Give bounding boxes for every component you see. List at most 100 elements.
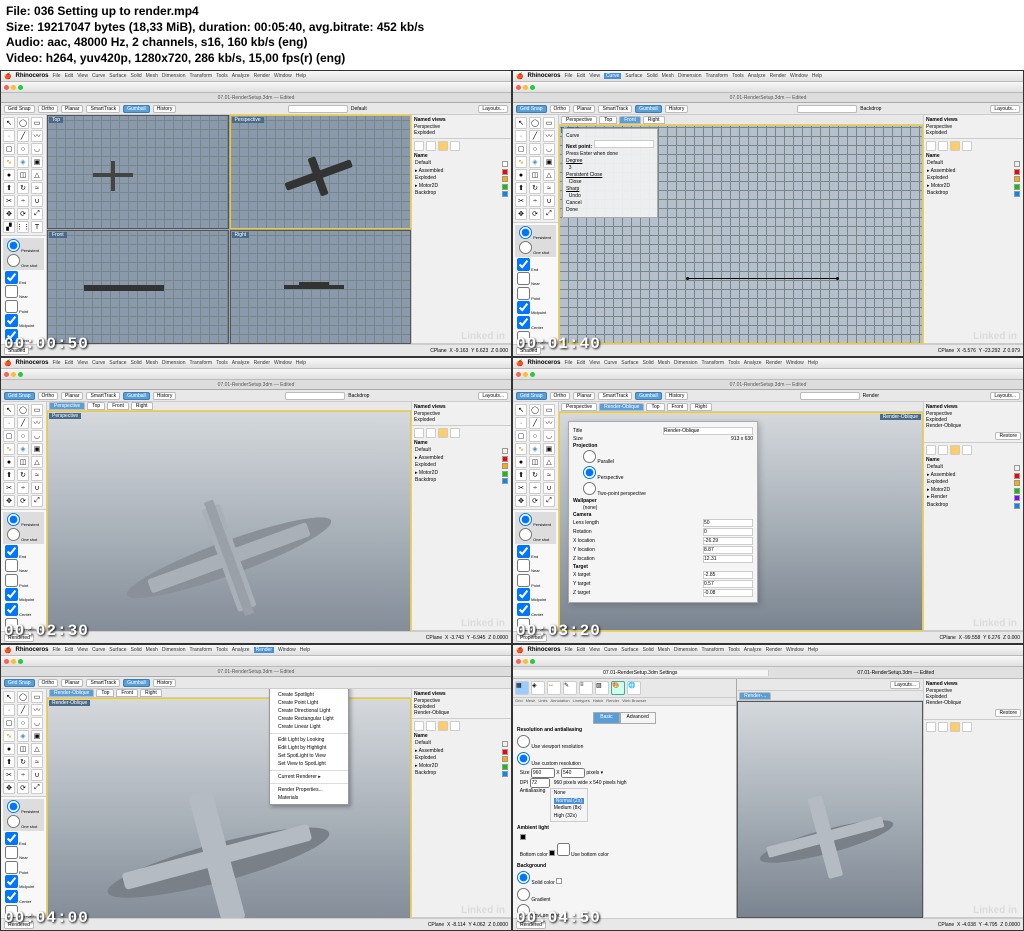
- cancel-button[interactable]: Cancel: [566, 200, 654, 206]
- menu-item[interactable]: Set View to SpotLight: [270, 760, 348, 768]
- viewport-front[interactable]: Front: [47, 230, 229, 344]
- y-target-input[interactable]: [703, 580, 753, 588]
- basic-tab[interactable]: Basic: [593, 712, 619, 724]
- units-settings-icon[interactable]: ↔: [547, 681, 561, 695]
- use-bottom-checkbox[interactable]: [557, 843, 570, 856]
- web-settings-icon[interactable]: 🌐: [627, 681, 641, 695]
- sphere-icon[interactable]: ●: [3, 169, 15, 181]
- smarttrack-button[interactable]: SmartTrack: [86, 105, 120, 113]
- width-input[interactable]: [531, 768, 555, 778]
- layouts-button[interactable]: Layouts...: [478, 105, 508, 113]
- menu-item[interactable]: Render Properties...: [270, 786, 348, 794]
- osnap-near[interactable]: [5, 285, 18, 298]
- command-input[interactable]: [594, 140, 654, 148]
- y-location-input[interactable]: [703, 546, 753, 554]
- z-location-input[interactable]: [703, 555, 753, 563]
- lens-input[interactable]: [703, 519, 753, 527]
- menu-item[interactable]: Create Spotlight: [270, 691, 348, 699]
- osnap-midpoint[interactable]: [5, 314, 18, 327]
- layer-dropdown[interactable]: [288, 105, 348, 113]
- height-input[interactable]: [561, 768, 585, 778]
- persistent-radio[interactable]: [7, 239, 20, 252]
- two-point-radio[interactable]: [583, 482, 596, 495]
- osnap-end[interactable]: [5, 271, 18, 284]
- box-select-icon[interactable]: ▭: [31, 117, 43, 129]
- app-menu[interactable]: FileEditViewCurveSurfaceSolidMeshDimensi…: [53, 73, 307, 79]
- x-location-input[interactable]: [703, 537, 753, 545]
- viewport-res-radio[interactable]: [517, 735, 530, 748]
- menu-item[interactable]: Create Linear Light: [270, 723, 348, 731]
- annotation-settings-icon[interactable]: ✎: [563, 681, 577, 695]
- mesh-settings-icon[interactable]: ◈: [531, 681, 545, 695]
- bg-solid-radio[interactable]: [517, 871, 530, 884]
- revolve-icon[interactable]: ↻: [17, 182, 29, 194]
- ortho-button[interactable]: Ortho: [38, 105, 59, 113]
- x-target-input[interactable]: [703, 571, 753, 579]
- menu-item[interactable]: Materials: [270, 794, 348, 802]
- render-menu-dropdown[interactable]: Shade Render Create Spotlight Create Poi…: [269, 689, 349, 805]
- rect-icon[interactable]: ▢: [3, 143, 15, 155]
- layer-row[interactable]: ▸ Assembled: [414, 168, 509, 176]
- osnap-point[interactable]: [5, 300, 18, 313]
- sun-icon[interactable]: [438, 141, 448, 151]
- restore-button[interactable]: Restore: [995, 709, 1021, 717]
- loft-icon[interactable]: ≈: [31, 182, 43, 194]
- layer-row[interactable]: Backdrop: [414, 190, 509, 198]
- point-icon[interactable]: ·: [3, 130, 15, 142]
- menu-item[interactable]: Create Directional Light: [270, 707, 348, 715]
- join-icon[interactable]: ∪: [31, 195, 43, 207]
- arc-icon[interactable]: ◡: [31, 143, 43, 155]
- planar-button[interactable]: Planar: [61, 105, 83, 113]
- panel-icon[interactable]: [450, 141, 460, 151]
- close-icon[interactable]: [4, 85, 9, 90]
- document-tab[interactable]: 07.01-RenderSetup.3dm — Edited: [769, 670, 1024, 676]
- viewport-render-oblique[interactable]: Render-Oblique Title Size913 x 630 Proje…: [559, 412, 923, 631]
- move-icon[interactable]: ✥: [3, 208, 15, 220]
- rotate-icon[interactable]: ⟳: [17, 208, 29, 220]
- line-icon[interactable]: ╱: [17, 130, 29, 142]
- gumball-button[interactable]: Gumball: [123, 105, 150, 113]
- text-icon[interactable]: T: [31, 221, 43, 233]
- oneshot-radio[interactable]: [7, 254, 20, 267]
- display-icon[interactable]: [426, 141, 436, 151]
- viewport-render-oblique[interactable]: [737, 701, 923, 918]
- viewport-front[interactable]: Front Curve Next point: Press Enter when…: [559, 125, 923, 344]
- done-button[interactable]: Done: [566, 207, 654, 213]
- curve-icon[interactable]: ∿: [3, 156, 15, 168]
- layer-row[interactable]: Exploded: [414, 175, 509, 183]
- advanced-tab[interactable]: Advanced: [620, 712, 656, 724]
- z-target-input[interactable]: [703, 589, 753, 597]
- dpi-input[interactable]: [530, 778, 550, 788]
- array-icon[interactable]: ⋮⋮: [17, 221, 29, 233]
- solid-icon[interactable]: ▣: [31, 156, 43, 168]
- menu-item[interactable]: Edit Light by Looking: [270, 736, 348, 744]
- history-button[interactable]: History: [153, 105, 177, 113]
- grid-settings-icon[interactable]: ▦: [515, 681, 529, 695]
- layer-row[interactable]: ▸ Motor2D: [414, 183, 509, 191]
- split-icon[interactable]: ÷: [17, 195, 29, 207]
- render-settings-icon[interactable]: 🎨: [611, 681, 625, 695]
- minimize-icon[interactable]: [11, 85, 16, 90]
- settings-tab[interactable]: 07.01-RenderSetup.3dm Settings: [513, 670, 769, 676]
- viewport-top[interactable]: Top: [47, 115, 229, 229]
- menu-item[interactable]: Create Rectangular Light: [270, 715, 348, 723]
- menu-item[interactable]: Set SpotLight to View: [270, 752, 348, 760]
- extrude-icon[interactable]: ⬆: [3, 182, 15, 194]
- cone-icon[interactable]: △: [31, 169, 43, 181]
- menu-item[interactable]: Current Renderer ▸: [270, 773, 348, 781]
- zoom-icon[interactable]: [18, 85, 23, 90]
- circle-icon[interactable]: ○: [17, 143, 29, 155]
- viewport-render-oblique[interactable]: Render-Oblique: [47, 698, 411, 918]
- grid-snap-button[interactable]: Grid Snap: [4, 105, 35, 113]
- props-icon[interactable]: [414, 141, 424, 151]
- custom-res-radio[interactable]: [517, 752, 530, 765]
- perspective-radio[interactable]: [583, 466, 596, 479]
- rotation-input[interactable]: [703, 528, 753, 536]
- title-input[interactable]: [663, 427, 753, 435]
- linetype-settings-icon[interactable]: ≡: [579, 681, 593, 695]
- menu-item[interactable]: Edit Light by Highlight: [270, 744, 348, 752]
- named-view-item[interactable]: Exploded: [414, 130, 509, 136]
- lasso-icon[interactable]: ◯: [17, 117, 29, 129]
- viewport-right[interactable]: Right: [230, 230, 412, 344]
- surface-icon[interactable]: ◈: [17, 156, 29, 168]
